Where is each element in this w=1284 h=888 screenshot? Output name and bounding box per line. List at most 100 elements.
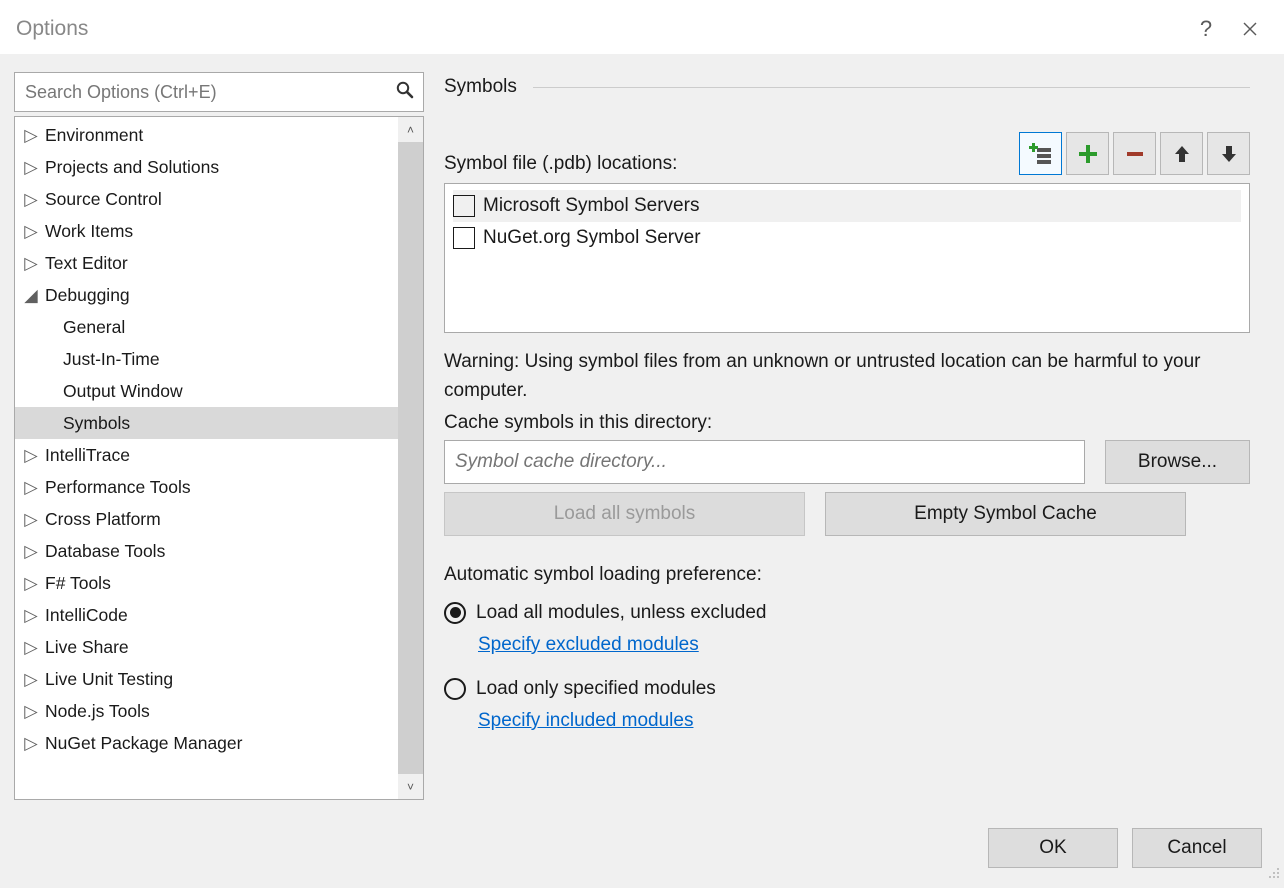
chevron-right-icon: ▷ — [23, 125, 39, 146]
symbol-server-label: NuGet.org Symbol Server — [483, 227, 701, 249]
tree-item-label: Work Items — [45, 221, 133, 242]
radio-load-specified[interactable]: Load only specified modules — [444, 678, 1250, 700]
symbol-server-item[interactable]: NuGet.org Symbol Server — [453, 222, 1241, 254]
chevron-right-icon: ▷ — [23, 253, 39, 274]
tree-item-output-window[interactable]: Output Window — [15, 375, 398, 407]
empty-symbol-cache-button[interactable]: Empty Symbol Cache — [825, 492, 1186, 536]
tree-item-database-tools[interactable]: ▷Database Tools — [15, 535, 398, 567]
tree-item-intellicode[interactable]: ▷ IntelliCode — [15, 599, 398, 631]
tree-item-environment[interactable]: ▷ Environment — [15, 119, 398, 151]
tree-item-live-share[interactable]: ▷Live Share — [15, 631, 398, 663]
checkbox[interactable] — [453, 227, 475, 249]
help-button[interactable]: ? — [1184, 7, 1228, 51]
section-title: Symbols — [444, 76, 517, 98]
tree-item-label: Source Control — [45, 189, 162, 210]
chevron-right-icon: ▷ — [23, 157, 39, 178]
tree-item-label: Live Share — [45, 637, 129, 658]
plus-icon — [1077, 143, 1099, 165]
tree-item-label: Performance Tools — [45, 477, 191, 498]
ok-button[interactable]: OK — [988, 828, 1118, 868]
chevron-right-icon: ▷ — [23, 221, 39, 242]
section-header: Symbols — [444, 72, 1250, 98]
chevron-right-icon: ▷ — [23, 701, 39, 722]
add-button[interactable] — [1066, 132, 1109, 175]
tree-item-symbols[interactable]: Symbols — [15, 407, 398, 439]
tree-item-general[interactable]: General — [15, 311, 398, 343]
tree-item-label: Cross Platform — [45, 509, 161, 530]
close-icon — [1243, 22, 1257, 36]
search-input[interactable] — [25, 82, 395, 103]
radio-label: Load only specified modules — [476, 678, 716, 700]
dialog-footer: OK Cancel — [0, 814, 1284, 888]
add-symbol-server-button[interactable] — [1019, 132, 1062, 175]
arrow-up-icon — [1173, 144, 1191, 164]
tree-item-performance-tools[interactable]: ▷Performance Tools — [15, 471, 398, 503]
symbol-server-item[interactable]: Microsoft Symbol Servers — [453, 190, 1241, 222]
radio-icon — [444, 678, 466, 700]
chevron-right-icon: ▷ — [23, 733, 39, 754]
checkbox[interactable] — [453, 195, 475, 217]
close-button[interactable] — [1228, 7, 1272, 51]
tree-item-debugging[interactable]: ◢Debugging — [15, 279, 398, 311]
symbol-toolbar — [1019, 132, 1250, 175]
tree-item-label: IntelliCode — [45, 605, 128, 626]
options-tree[interactable]: ▷ Environment ▷ Projects and Solutions ▷ So… — [14, 116, 424, 800]
scroll-thumb[interactable] — [398, 142, 423, 774]
scroll-down-icon[interactable]: ˅ — [398, 774, 423, 799]
tree-item-nodejs-tools[interactable]: ▷ Node.js Tools — [15, 695, 398, 727]
load-all-symbols-button: Load all symbols — [444, 492, 805, 536]
chevron-right-icon: ▷ — [23, 669, 39, 690]
tree-item-intellitrace[interactable]: ▷IntelliTrace — [15, 439, 398, 471]
specify-included-link[interactable]: Specify included modules — [478, 710, 1250, 732]
specify-excluded-link[interactable]: Specify excluded modules — [478, 634, 1250, 656]
left-panel: ▷ Environment ▷ Projects and Solutions ▷ So… — [14, 72, 424, 800]
tree-item-label: Database Tools — [45, 541, 165, 562]
minus-icon — [1124, 143, 1146, 165]
symbols-panel: Symbols Symbol file (.pdb) locations: — [444, 72, 1270, 800]
chevron-down-icon: ◢ — [23, 285, 39, 306]
tree-scrollbar[interactable]: ˄ ˅ — [398, 117, 423, 799]
tree-item-source-control[interactable]: ▷ Source Control — [15, 183, 398, 215]
radio-icon — [444, 602, 466, 624]
tree-item-label: Output Window — [63, 381, 183, 402]
tree-item-label: General — [63, 317, 125, 338]
tree-item-label: Projects and Solutions — [45, 157, 219, 178]
arrow-down-icon — [1220, 144, 1238, 164]
tree-item-label: Node.js Tools — [45, 701, 150, 722]
move-up-button[interactable] — [1160, 132, 1203, 175]
tree-item-label: Environment — [45, 125, 143, 146]
chevron-right-icon: ▷ — [23, 189, 39, 210]
tree-item-just-in-time[interactable]: Just-In-Time — [15, 343, 398, 375]
symbol-server-label: Microsoft Symbol Servers — [483, 195, 699, 217]
tree-item-label: F# Tools — [45, 573, 111, 594]
cache-directory-input[interactable] — [444, 440, 1085, 484]
tree-item-work-items[interactable]: ▷ Work Items — [15, 215, 398, 247]
tree-item-live-unit-testing[interactable]: ▷Live Unit Testing — [15, 663, 398, 695]
chevron-right-icon: ▷ — [23, 605, 39, 626]
auto-loading-label: Automatic symbol loading preference: — [444, 564, 1250, 586]
warning-text: Warning: Using symbol files from an unkn… — [444, 347, 1250, 406]
search-icon — [395, 80, 415, 105]
radio-load-all[interactable]: Load all modules, unless excluded — [444, 602, 1250, 624]
cache-label: Cache symbols in this directory: — [444, 412, 1250, 434]
divider — [533, 87, 1250, 88]
move-down-button[interactable] — [1207, 132, 1250, 175]
resize-grip-icon[interactable] — [1266, 865, 1280, 884]
tree-item-cross-platform[interactable]: ▷ Cross Platform — [15, 503, 398, 535]
radio-label: Load all modules, unless excluded — [476, 602, 766, 624]
tree-item-text-editor[interactable]: ▷Text Editor — [15, 247, 398, 279]
tree-item-nuget[interactable]: ▷NuGet Package Manager — [15, 727, 398, 759]
cancel-button[interactable]: Cancel — [1132, 828, 1262, 868]
locations-label: Symbol file (.pdb) locations: — [444, 153, 677, 175]
chevron-right-icon: ▷ — [23, 509, 39, 530]
add-server-icon — [1029, 142, 1053, 166]
tree-item-projects[interactable]: ▷ Projects and Solutions — [15, 151, 398, 183]
scroll-up-icon[interactable]: ˄ — [398, 117, 423, 142]
browse-button[interactable]: Browse... — [1105, 440, 1250, 484]
tree-item-label: IntelliTrace — [45, 445, 130, 466]
titlebar: Options ? — [0, 0, 1284, 54]
tree-item-fsharp-tools[interactable]: ▷F# Tools — [15, 567, 398, 599]
remove-button[interactable] — [1113, 132, 1156, 175]
symbol-server-list[interactable]: Microsoft Symbol Servers NuGet.org Symbo… — [444, 183, 1250, 333]
search-box[interactable] — [14, 72, 424, 112]
